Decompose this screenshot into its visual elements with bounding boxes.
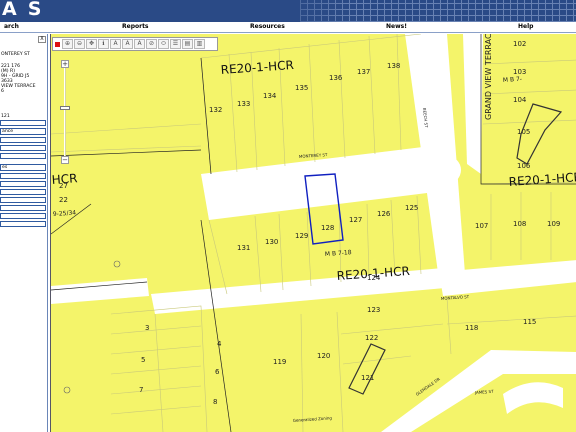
panel-button[interactable] <box>0 197 46 203</box>
nav-search[interactable]: arch <box>4 22 19 32</box>
lot-number: 106 <box>517 162 531 170</box>
lot-number: 123 <box>367 306 380 314</box>
info-line: VIEW TERRACE <box>1 84 36 89</box>
section-header[interactable]: es <box>0 164 46 171</box>
lot-number: 109 <box>547 220 560 228</box>
zoom-plus-button[interactable]: + <box>61 60 69 68</box>
panel-button[interactable] <box>0 189 46 195</box>
zoom-thumb[interactable] <box>60 105 70 110</box>
lot-number: 22 <box>59 196 68 204</box>
lot-number: 130 <box>265 238 278 246</box>
lot-number: 120 <box>317 352 330 360</box>
panel-button[interactable] <box>0 205 46 211</box>
lot-number: 127 <box>349 216 362 224</box>
panel-button[interactable] <box>0 137 46 143</box>
nav-help[interactable]: Help <box>518 22 533 32</box>
lot-number: 138 <box>387 62 400 70</box>
lot-number: 126 <box>377 210 391 218</box>
nav-reports[interactable]: Reports <box>122 22 149 32</box>
zoom-minus-button[interactable]: − <box>61 156 69 164</box>
bookmark-icon[interactable]: ⬭ <box>158 39 169 49</box>
lot-number: 104 <box>513 96 527 104</box>
font-large-button[interactable]: A <box>134 39 145 49</box>
left-panel: X ONTEREY ST 221 176 (M) R) 9H - GRID J5… <box>0 34 48 432</box>
lot-number: 137 <box>357 68 370 76</box>
font-small-button[interactable]: A <box>110 39 121 49</box>
zoning-map[interactable]: RE20-1-HCR RE20-1-HCR RE20-1-HCR HCR MONTERE… <box>50 34 576 432</box>
lot-number: 134 <box>263 92 277 100</box>
header-banner: AS <box>0 0 576 22</box>
panel-button[interactable] <box>0 145 46 151</box>
lot-number: 107 <box>475 222 488 230</box>
layers-icon[interactable]: ▥ <box>194 39 205 49</box>
app-logo: AS <box>2 0 53 20</box>
section-header[interactable]: ance <box>0 128 46 135</box>
panel-button[interactable] <box>0 213 46 219</box>
legend-icon[interactable]: ☰ <box>170 39 181 49</box>
identify-icon[interactable]: ℹ <box>98 39 109 49</box>
lot-number: 103 <box>513 68 526 76</box>
lot-number: 27 <box>59 182 68 190</box>
zoom-out-icon[interactable]: ⊖ <box>74 39 85 49</box>
road-bend <box>433 156 461 184</box>
lot-number: 132 <box>209 106 222 114</box>
panel-button[interactable] <box>0 173 46 179</box>
zoom-slider[interactable]: + − <box>60 60 70 164</box>
app-window: AS arch Reports Resources News! Help X O… <box>0 0 576 432</box>
lot-number: 128 <box>321 224 334 232</box>
lot-number: 129 <box>295 232 308 240</box>
nav-bar: arch Reports Resources News! Help <box>0 22 576 33</box>
street-label: GRAND VIEW TERRACE <box>484 34 493 120</box>
panel-button[interactable] <box>0 120 46 126</box>
lot-number: 6 <box>215 368 220 376</box>
info-line: ONTEREY ST <box>1 52 30 57</box>
lot-number: 119 <box>273 358 286 366</box>
lot-number: 135 <box>295 84 308 92</box>
close-panel-button[interactable]: X <box>38 36 46 43</box>
lot-number: 105 <box>517 128 530 136</box>
info-line: 6 <box>1 89 4 94</box>
zoom-track[interactable] <box>64 68 66 156</box>
lot-number: 121 <box>361 374 374 382</box>
lot-number: 131 <box>237 244 250 252</box>
lot-number: 122 <box>365 334 378 342</box>
measure-icon[interactable]: ⊘ <box>146 39 157 49</box>
lot-number: 7 <box>139 386 143 394</box>
nav-news[interactable]: News! <box>386 22 407 32</box>
lot-number: 124 <box>367 274 381 282</box>
print-icon[interactable]: ▤ <box>182 39 193 49</box>
map-toolbar: ⊕ ⊖ ✥ ℹ A A A ⊘ ⬭ ☰ ▤ ▥ <box>52 37 218 51</box>
lot-number: 136 <box>329 74 343 82</box>
lot-number: 8 <box>213 398 217 406</box>
map-annotation: M B 7- <box>503 76 523 84</box>
nav-resources[interactable]: Resources <box>250 22 285 32</box>
lot-number: 133 <box>237 100 250 108</box>
font-medium-button[interactable]: A <box>122 39 133 49</box>
panel-button[interactable] <box>0 181 46 187</box>
lot-number: 3 <box>145 324 149 332</box>
lot-number: 4 <box>217 340 222 348</box>
toolbar-grip-icon <box>55 41 60 47</box>
lot-number: 102 <box>513 40 526 48</box>
info-line: 121 <box>1 114 10 119</box>
lot-number: 108 <box>513 220 526 228</box>
lot-number: 125 <box>405 204 418 212</box>
lot-number: 5 <box>141 356 145 364</box>
zoom-in-icon[interactable]: ⊕ <box>62 39 73 49</box>
map-canvas[interactable]: RE20-1-HCRRE20-1-HCRRE20-1-HCRHCRMONTERE… <box>51 34 576 432</box>
panel-button[interactable] <box>0 153 46 159</box>
pan-icon[interactable]: ✥ <box>86 39 97 49</box>
panel-button[interactable] <box>0 221 46 227</box>
lot-number: 118 <box>465 324 478 332</box>
lot-number: 115 <box>523 318 536 326</box>
